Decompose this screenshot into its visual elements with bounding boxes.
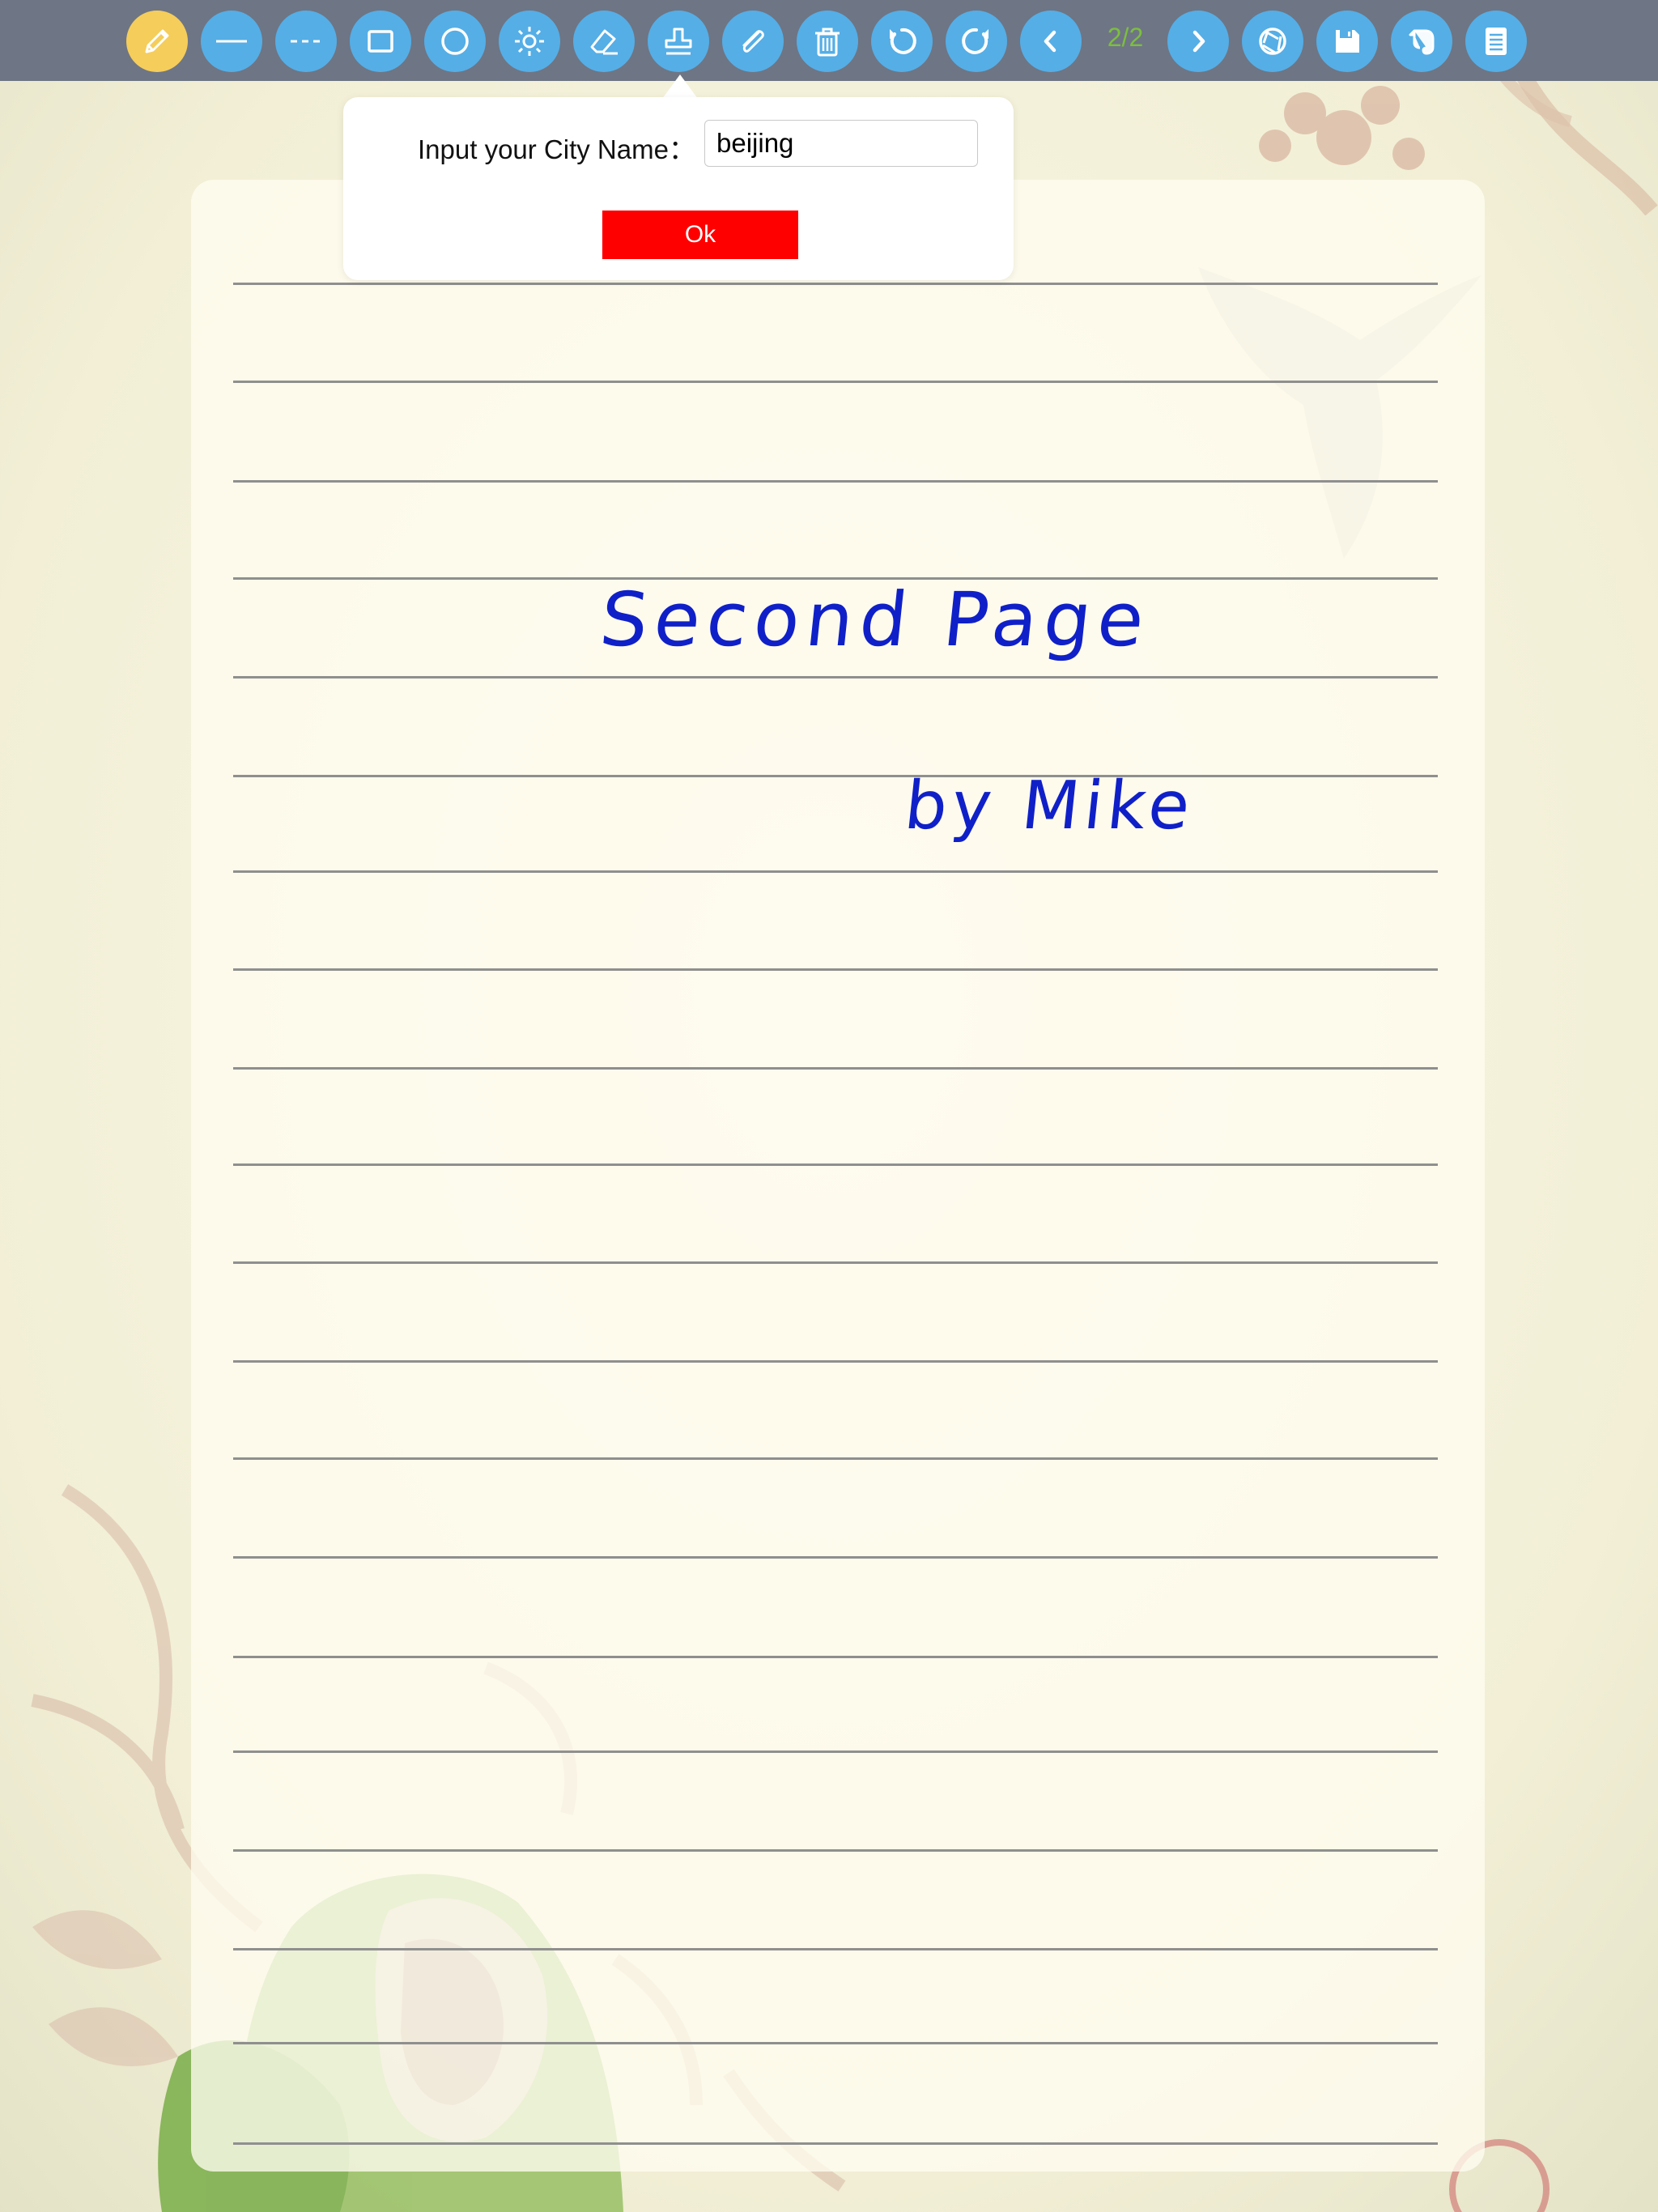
trash-button[interactable] [797,11,858,72]
popover-pointer [662,74,698,99]
city-name-input[interactable] [704,120,978,167]
redo-icon [958,23,995,60]
chevron-left-button[interactable] [1020,11,1082,72]
ruled-line [233,1849,1438,1852]
ruled-line [233,1948,1438,1950]
camera-shutter-button[interactable] [1242,11,1303,72]
dashed-line-button[interactable] [275,11,337,72]
brightness-button[interactable] [499,11,560,72]
pencil-button[interactable] [126,11,188,72]
paperclip-button[interactable] [722,11,784,72]
ruled-line [233,775,1438,777]
rectangle-icon [362,23,399,60]
ruled-line [233,1163,1438,1166]
eraser-icon [585,23,623,60]
toolbar: 2/2 [0,0,1658,81]
handwritten-title: Second Page [596,576,1155,663]
chevron-left-icon [1032,23,1069,60]
handwritten-author: by Mike [901,768,1199,844]
solid-line-icon [213,23,250,60]
undo-button[interactable] [871,11,933,72]
stamp-button[interactable] [648,11,709,72]
trash-icon [809,23,846,60]
undo-icon [883,23,920,60]
document-icon [1477,23,1515,60]
save-icon [1329,23,1366,60]
city-name-dialog: Input your City Name： Ok [343,97,1014,280]
camera-shutter-icon [1254,23,1291,60]
brightness-icon [511,23,548,60]
ruled-line [233,1750,1438,1753]
document-button[interactable] [1465,11,1527,72]
stamp-icon [660,23,697,60]
ok-button[interactable]: Ok [602,211,798,259]
notebook-page[interactable] [191,180,1485,2172]
ruled-line [233,1457,1438,1460]
paperclip-icon [734,23,772,60]
evernote-button[interactable] [1391,11,1452,72]
solid-line-button[interactable] [201,11,262,72]
rectangle-button[interactable] [350,11,411,72]
chevron-right-button[interactable] [1167,11,1229,72]
dashed-line-icon [287,23,325,60]
circle-icon [436,23,474,60]
save-button[interactable] [1316,11,1378,72]
ruled-line [233,1360,1438,1363]
evernote-icon [1403,23,1440,60]
ruled-line [233,283,1438,285]
redo-button[interactable] [946,11,1007,72]
ruled-line [233,1656,1438,1658]
circle-button[interactable] [424,11,486,72]
ruled-line [233,2142,1438,2145]
page-counter: 2/2 [1107,23,1144,52]
ruled-line [233,676,1438,678]
ruled-line [233,1261,1438,1264]
ruled-line [233,1556,1438,1559]
ruled-line [233,1067,1438,1070]
eraser-button[interactable] [573,11,635,72]
pencil-icon [138,23,176,60]
ruled-line [233,381,1438,383]
chevron-right-icon [1180,23,1217,60]
city-name-label: Input your City Name： [418,134,695,164]
ruled-line [233,870,1438,873]
ruled-line [233,480,1438,483]
ruled-line [233,968,1438,971]
ruled-line [233,2042,1438,2044]
